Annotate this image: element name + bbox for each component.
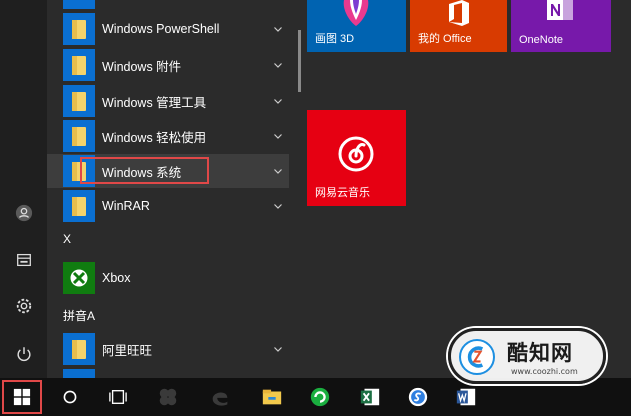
power-button[interactable] [0,334,47,374]
settings-icon [16,298,31,314]
onenote-icon [547,0,573,20]
task-view-button[interactable] [96,378,140,416]
360-browser-button[interactable] [298,378,342,416]
documents-button[interactable] [0,240,47,280]
list-item-winrar[interactable]: WinRAR [47,189,289,223]
tile-netease-music[interactable]: 网易云音乐 [307,110,406,206]
sogou-icon [408,387,428,407]
app-button[interactable] [146,378,190,416]
tile-onenote[interactable]: OneNote [511,0,611,52]
list-item-label: WinRAR [102,199,150,213]
coozhi-watermark: 酷知网 www.coozhi.com [448,328,606,384]
settings-button[interactable] [0,286,47,326]
chevron-down-icon[interactable] [273,60,283,70]
file-explorer-icon [262,389,282,405]
edge-icon [212,392,228,406]
cortana-button[interactable] [48,378,92,416]
folder-icon [63,85,95,117]
watermark-url: www.coozhi.com [511,367,578,376]
360-browser-icon [310,387,330,407]
folder-icon [63,333,95,365]
list-item-windows-accessories[interactable]: Windows 附件 [47,48,289,82]
list-item-label: Xbox [102,271,131,285]
folder-icon [63,13,95,45]
watermark-brand: 酷知网 [507,341,573,365]
chevron-down-icon[interactable] [273,131,283,141]
paint-3d-icon [343,0,369,26]
section-header-x[interactable]: X [47,228,289,250]
folder-icon [63,120,95,152]
file-explorer-button[interactable] [250,378,294,416]
tile-my-office[interactable]: 我的 Office [410,0,507,52]
section-header-pinyin-a[interactable]: 拼音A [47,304,289,326]
start-button[interactable] [2,380,42,414]
excel-icon [360,388,380,406]
section-letter: X [63,232,72,246]
scrollbar[interactable] [298,30,301,92]
list-item-windows-powershell[interactable]: Windows PowerShell [47,12,289,46]
xbox-icon [63,262,95,294]
cortana-icon [63,390,77,404]
chevron-down-icon[interactable] [273,96,283,106]
folder-icon [63,0,95,9]
tile-label: 画图 3D [315,33,355,45]
app-icon [159,388,177,406]
netease-music-icon [338,136,374,172]
chevron-down-icon[interactable] [273,201,283,211]
tile-label: 网易云音乐 [315,187,370,199]
user-icon [15,204,32,222]
list-item-label: Windows 轻松使用 [102,130,207,145]
tile-label: 我的 Office [418,33,472,45]
start-menu-left-rail [0,0,47,378]
user-account-button[interactable] [0,193,47,233]
excel-button[interactable] [348,378,392,416]
edge-button[interactable] [198,378,242,416]
start-icon [13,388,31,406]
tile-paint-3d[interactable]: 画图 3D [307,0,406,52]
list-item-xbox[interactable]: Xbox [47,261,289,295]
documents-icon [16,253,31,267]
folder-icon [63,190,95,222]
task-view-icon [109,390,127,404]
office-icon [449,0,469,26]
tile-label: OneNote [519,34,564,46]
highlight-box [80,157,209,184]
list-item-label: Windows 管理工具 [102,95,207,110]
list-item-label: 阿里旺旺 [102,343,153,358]
folder-icon [63,49,95,81]
sogou-button[interactable] [396,378,440,416]
list-item-label: Windows PowerShell [102,22,220,36]
app-list: Windows PowerShell Windows 附件 Windows 管理… [47,0,289,378]
chevron-down-icon[interactable] [273,24,283,34]
list-item-windows-ease-of-access[interactable]: Windows 轻松使用 [47,119,289,153]
folder-icon [63,369,95,378]
coozhi-logo-icon [459,339,495,375]
list-item-windows-admin-tools[interactable]: Windows 管理工具 [47,84,289,118]
list-item-aliwangwang[interactable]: 阿里旺旺 [47,332,289,366]
chevron-down-icon[interactable] [273,344,283,354]
section-letter: 拼音A [63,308,96,323]
power-icon [16,347,31,362]
word-icon [456,388,476,406]
chevron-down-icon[interactable] [273,166,283,176]
list-item-label: Windows 附件 [102,59,182,74]
